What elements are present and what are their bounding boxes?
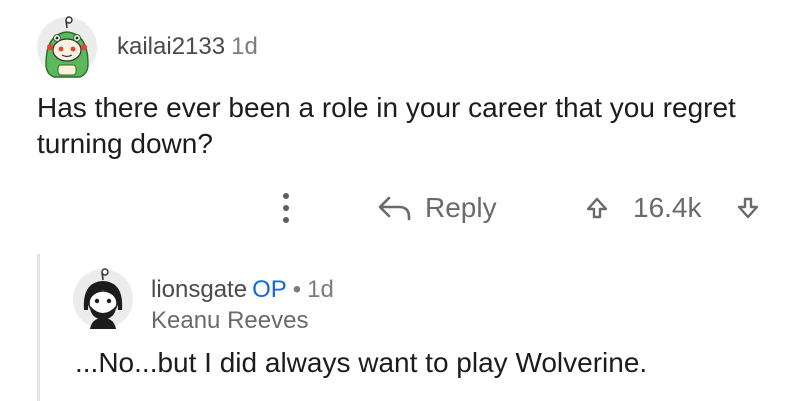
- user-avatar[interactable]: [36, 16, 98, 78]
- username[interactable]: kailai2133: [117, 33, 225, 60]
- reply-body: ...No...but I did always want to play Wo…: [75, 347, 648, 378]
- more-vertical-icon[interactable]: [276, 190, 296, 226]
- upvote-icon[interactable]: [585, 196, 609, 220]
- comment-age: 1d: [231, 33, 258, 60]
- comment-actions: Reply 16.4k: [0, 186, 800, 230]
- thread-indent-line[interactable]: [37, 254, 40, 401]
- reply-label: Reply: [425, 192, 497, 223]
- reply-meta: lionsgate OP • 1d: [151, 275, 334, 305]
- op-avatar[interactable]: [72, 268, 134, 330]
- separator-dot: •: [292, 276, 302, 303]
- comment-body: Has there ever been a role in your caree…: [37, 92, 736, 159]
- downvote-icon[interactable]: [736, 196, 760, 220]
- comment-meta: kailai2133 1d: [117, 32, 258, 62]
- op-badge: OP: [252, 276, 287, 303]
- reply-arrow-icon: [378, 196, 411, 221]
- comment-thread: kailai2133 1d Has there ever been a role …: [0, 0, 800, 401]
- comment-age: 1d: [307, 276, 334, 303]
- user-flair: Keanu Reeves: [151, 307, 309, 334]
- vote-score: 16.4k: [633, 192, 702, 223]
- username[interactable]: lionsgate: [151, 276, 247, 303]
- reply-button[interactable]: Reply: [377, 186, 497, 230]
